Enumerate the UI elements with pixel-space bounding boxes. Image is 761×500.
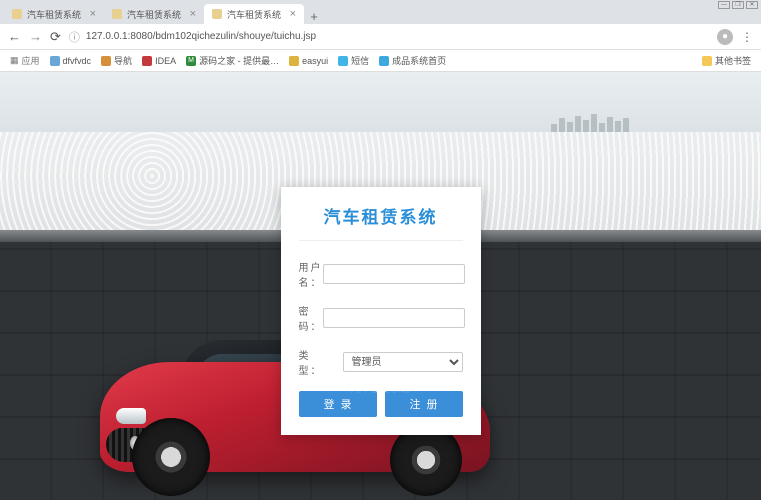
type-select[interactable]: 管理员: [343, 352, 463, 372]
type-label: 类 型：: [299, 347, 343, 377]
window-controls: — ❐ ✕: [715, 0, 761, 10]
bookmark-label: easyui: [302, 56, 328, 66]
password-row: 密 码：: [299, 303, 463, 333]
url-input[interactable]: ⓘ 127.0.0.1:8080/bdm102qichezulin/shouye…: [69, 29, 709, 45]
bookmark-label: 短信: [351, 54, 369, 67]
url-text: 127.0.0.1:8080/bdm102qichezulin/shouye/t…: [86, 31, 316, 42]
watermark-text: 汽车租赁系统: [350, 382, 410, 395]
close-icon[interactable]: ×: [184, 8, 196, 20]
bookmark-item-2[interactable]: IDEA: [142, 56, 176, 66]
window-minimize-button[interactable]: —: [718, 1, 730, 9]
bookmark-label: 源码之家 - 提供最…: [199, 54, 279, 67]
new-tab-button[interactable]: +: [304, 9, 324, 24]
bookmark-icon: [101, 56, 111, 66]
bookmark-item-6[interactable]: 成品系统首页: [379, 54, 446, 67]
bookmark-label: dfvfvdc: [63, 56, 92, 66]
bookmark-item-1[interactable]: 导航: [101, 54, 132, 67]
username-row: 用户名：: [299, 259, 463, 289]
bookmark-item-0[interactable]: dfvfvdc: [50, 56, 92, 66]
login-card: 汽车租赁系统 用户名： 密 码： 类 型： 管理员 登录 注册: [281, 187, 481, 435]
bookmark-icon: [142, 56, 152, 66]
background-skyline: [551, 112, 731, 132]
other-bookmarks-button[interactable]: 其他书签: [702, 54, 751, 67]
browser-tab-0[interactable]: 汽车租赁系统 ×: [4, 4, 104, 24]
favicon-icon: [112, 9, 122, 19]
bookmark-icon: [379, 56, 389, 66]
bookmarks-bar: ▦ 应用 dfvfvdc 导航 IDEA M源码之家 - 提供最… easyui…: [0, 50, 761, 72]
username-label: 用户名：: [299, 259, 323, 289]
bookmark-item-5[interactable]: 短信: [338, 54, 369, 67]
apps-label: 应用: [22, 54, 40, 67]
bookmark-label: 成品系统首页: [392, 54, 446, 67]
profile-avatar-button[interactable]: ●: [717, 29, 733, 45]
tab-bar: 汽车租赁系统 × 汽车租赁系统 × 汽车租赁系统 × +: [0, 0, 761, 24]
page-content: 汽车租赁系统 用户名： 密 码： 类 型： 管理员 登录 注册 汽车租赁系统: [0, 72, 761, 500]
browser-tab-2[interactable]: 汽车租赁系统 ×: [204, 4, 304, 24]
bookmark-icon: M: [186, 56, 196, 66]
bookmark-icon: [289, 56, 299, 66]
browser-tab-1[interactable]: 汽车租赁系统 ×: [104, 4, 204, 24]
bookmark-item-3[interactable]: M源码之家 - 提供最…: [186, 54, 279, 67]
favicon-icon: [12, 9, 22, 19]
close-icon[interactable]: ×: [84, 8, 96, 20]
favicon-icon: [212, 9, 222, 19]
password-input[interactable]: [323, 308, 465, 328]
bookmark-icon: [50, 56, 60, 66]
login-title: 汽车租赁系统: [299, 203, 463, 241]
type-row: 类 型： 管理员: [299, 347, 463, 377]
back-button[interactable]: ←: [8, 29, 21, 44]
other-bookmarks-label: 其他书签: [715, 54, 751, 67]
tab-title: 汽车租赁系统: [27, 8, 81, 21]
folder-icon: [702, 56, 712, 66]
password-label: 密 码：: [299, 303, 323, 333]
window-maximize-button[interactable]: ❐: [732, 1, 744, 9]
tab-title: 汽车租赁系统: [127, 8, 181, 21]
bookmark-item-4[interactable]: easyui: [289, 56, 328, 66]
close-icon[interactable]: ×: [284, 8, 296, 20]
site-info-icon[interactable]: ⓘ: [69, 29, 80, 45]
browser-menu-button[interactable]: ⋮: [741, 30, 753, 44]
reload-button[interactable]: ⟳: [50, 29, 61, 45]
address-bar: ← → ⟳ ⓘ 127.0.0.1:8080/bdm102qichezulin/…: [0, 24, 761, 50]
forward-button[interactable]: →: [29, 29, 42, 44]
apps-button[interactable]: ▦ 应用: [10, 54, 40, 67]
username-input[interactable]: [323, 264, 465, 284]
window-close-button[interactable]: ✕: [746, 1, 758, 9]
bookmark-label: 导航: [114, 54, 132, 67]
bookmark-label: IDEA: [155, 56, 176, 66]
apps-icon: ▦: [10, 55, 19, 66]
bookmark-icon: [338, 56, 348, 66]
tab-title: 汽车租赁系统: [227, 8, 281, 21]
